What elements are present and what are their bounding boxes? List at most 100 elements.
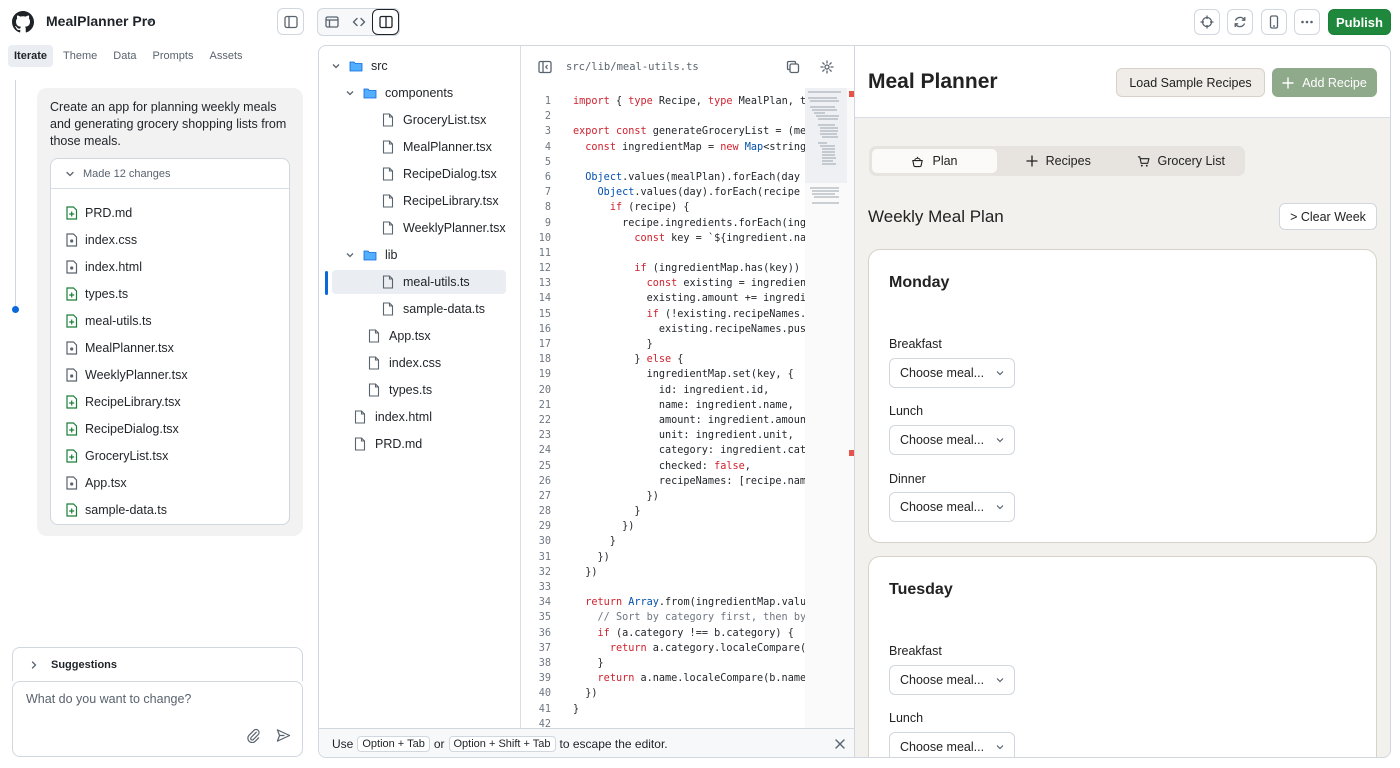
code-line[interactable]: 9 recipe.ingredients.forEach(ing [521,216,805,231]
code-line[interactable]: 25 checked: false, [521,459,805,474]
changed-file-item[interactable]: GroceryList.tsx [51,442,289,469]
changed-file-item[interactable]: types.ts [51,280,289,307]
code-line[interactable]: 30 } [521,534,805,549]
changed-file-item[interactable]: index.css [51,226,289,253]
code-line[interactable]: 38 } [521,656,805,671]
tree-folder[interactable]: src [331,54,388,78]
more-options-button[interactable] [1294,9,1320,35]
caret-down-icon[interactable] [145,17,155,27]
tree-file[interactable]: index.html [353,405,432,429]
chevron-down-icon[interactable] [345,88,355,98]
code-line[interactable]: 23 unit: ingredient.unit, [521,428,805,443]
code-line[interactable]: 2 [521,109,805,124]
changed-file-item[interactable]: MealPlanner.tsx [51,334,289,361]
code-line[interactable]: 40 }) [521,686,805,701]
github-logo-icon[interactable] [12,11,34,33]
paperclip-icon[interactable] [246,728,261,743]
tree-file[interactable]: MealPlanner.tsx [381,135,492,159]
tree-file[interactable]: sample-data.ts [381,297,485,321]
tree-file[interactable]: RecipeDialog.tsx [381,162,497,186]
code-line[interactable]: 28 } [521,504,805,519]
tab-data[interactable]: Data [107,45,142,67]
chevron-down-icon[interactable] [331,61,341,71]
code-view-button[interactable] [345,9,372,35]
lunch-select[interactable]: Choose meal... [889,732,1015,757]
breakfast-select[interactable]: Choose meal... [889,358,1015,388]
toggle-sidebar-button[interactable] [277,8,304,35]
tree-file[interactable]: GroceryList.tsx [381,108,486,132]
tab-grocery-list[interactable]: Grocery List [1120,149,1243,173]
code-line[interactable]: 14 existing.amount += ingredi [521,291,805,306]
send-icon[interactable] [276,728,291,743]
changed-file-item[interactable]: meal-utils.ts [51,307,289,334]
changed-file-item[interactable]: App.tsx [51,469,289,496]
code-line[interactable]: 4 const ingredientMap = new Map<string [521,140,805,155]
tab-plan[interactable]: Plan [872,149,997,173]
tree-folder[interactable]: lib [345,243,398,267]
lunch-select[interactable]: Choose meal... [889,425,1015,455]
tree-file[interactable]: PRD.md [353,432,422,456]
split-view-button[interactable] [372,9,399,35]
code-line[interactable]: 33 [521,580,805,595]
publish-button[interactable]: Publish [1328,9,1391,35]
code-line[interactable]: 36 if (a.category !== b.category) { [521,626,805,641]
code-line[interactable]: 15 if (!existing.recipeNames. [521,307,805,322]
code-line[interactable]: 7 Object.values(day).forEach(recipe [521,185,805,200]
tree-file[interactable]: App.tsx [367,324,431,348]
breakfast-select[interactable]: Choose meal... [889,665,1015,695]
chat-input[interactable] [26,692,286,706]
changed-file-item[interactable]: sample-data.ts [51,496,289,523]
changed-file-item[interactable]: index.html [51,253,289,280]
code-line[interactable]: 16 existing.recipeNames.pus [521,322,805,337]
mobile-preview-button[interactable] [1261,9,1287,35]
code-line[interactable]: 6 Object.values(mealPlan).forEach(day [521,170,805,185]
code-line[interactable]: 13 const existing = ingredien [521,276,805,291]
code-line[interactable]: 8 if (recipe) { [521,200,805,215]
code-line[interactable]: 24 category: ingredient.cat [521,443,805,458]
code-line[interactable]: 34 return Array.from(ingredientMap.valu [521,595,805,610]
code-line[interactable]: 37 return a.category.localeCompare( [521,641,805,656]
code-line[interactable]: 3 export const generateGroceryList = (me [521,124,805,139]
code-minimap[interactable] [805,88,854,728]
code-line[interactable]: 27 }) [521,489,805,504]
changed-file-item[interactable]: RecipeDialog.tsx [51,415,289,442]
add-recipe-button[interactable]: Add Recipe [1272,68,1377,97]
tree-file[interactable]: WeeklyPlanner.tsx [381,216,506,240]
tab-iterate[interactable]: Iterate [8,45,54,67]
code-line[interactable]: 5 [521,155,805,170]
code-line[interactable]: 12 if (ingredientMap.has(key)) [521,261,805,276]
code-line[interactable]: 21 name: ingredient.name, [521,398,805,413]
changes-header[interactable]: Made 12 changes [51,159,289,189]
code-line[interactable]: 35 // Sort by category first, then by [521,610,805,625]
app-title[interactable]: MealPlanner Pro [46,13,156,29]
changed-file-item[interactable]: WeeklyPlanner.tsx [51,361,289,388]
tree-file[interactable]: RecipeLibrary.tsx [381,189,499,213]
code-line[interactable]: 20 id: ingredient.id, [521,383,805,398]
tree-folder[interactable]: components [345,81,453,105]
timeline-marker[interactable] [12,306,19,313]
code-line[interactable]: 11 [521,246,805,261]
code-line[interactable]: 31 }) [521,550,805,565]
clear-week-button[interactable]: > Clear Week [1279,203,1377,230]
code-line[interactable]: 1 import { type Recipe, type MealPlan, t [521,94,805,109]
tab-assets[interactable]: Assets [204,45,249,67]
inspect-button[interactable] [1194,9,1220,35]
load-sample-recipes-button[interactable]: Load Sample Recipes [1116,68,1265,97]
code-lines[interactable]: 1 import { type Recipe, type MealPlan, t 2… [521,94,805,730]
code-line[interactable]: 18 } else { [521,352,805,367]
code-line[interactable]: 22 amount: ingredient.amoun [521,413,805,428]
code-line[interactable]: 39 return a.name.localeCompare(b.name [521,671,805,686]
chevron-down-icon[interactable] [345,250,355,260]
code-line[interactable]: 17 } [521,337,805,352]
code-line[interactable]: 41} [521,702,805,717]
gear-icon[interactable] [820,60,834,74]
dinner-select[interactable]: Choose meal... [889,492,1015,522]
suggestions-toggle[interactable]: Suggestions [12,647,303,681]
tree-file[interactable]: index.css [367,351,441,375]
changed-file-item[interactable]: PRD.md [51,199,289,226]
tab-prompts[interactable]: Prompts [147,45,200,67]
preview-view-button[interactable] [318,9,345,35]
copy-icon[interactable] [786,60,800,74]
tab-recipes[interactable]: Recipes [997,149,1120,173]
refresh-button[interactable] [1227,9,1253,35]
